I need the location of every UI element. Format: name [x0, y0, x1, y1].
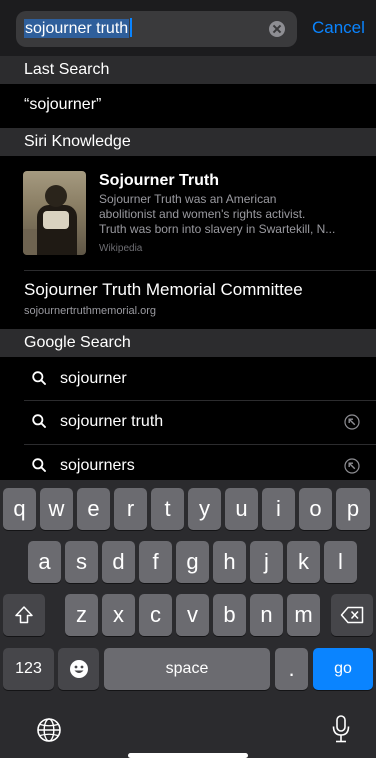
- memorial-url: sojournertruthmemorial.org: [24, 305, 157, 317]
- go-key[interactable]: go: [313, 648, 373, 690]
- key-s[interactable]: s: [65, 541, 98, 583]
- shift-icon: [15, 606, 33, 624]
- key-l[interactable]: l: [324, 541, 357, 583]
- period-key[interactable]: .: [275, 648, 308, 690]
- suggestion-label: sojourner truth: [60, 413, 164, 430]
- key-e[interactable]: e: [77, 488, 110, 530]
- description-line: Sojourner Truth was an American: [99, 192, 277, 206]
- delete-key[interactable]: [331, 594, 373, 636]
- key-o[interactable]: o: [299, 488, 332, 530]
- search-bar: sojourner truth Cancel: [0, 0, 376, 56]
- description-line: Truth was born into slavery in Swartekil…: [99, 222, 336, 236]
- key-m[interactable]: m: [287, 594, 320, 636]
- key-f[interactable]: f: [139, 541, 172, 583]
- suggestion-label: sojourner: [60, 370, 127, 387]
- search-icon: [32, 458, 46, 472]
- search-icon: [32, 371, 46, 385]
- cancel-button[interactable]: Cancel: [312, 18, 365, 38]
- key-g[interactable]: g: [176, 541, 209, 583]
- key-j[interactable]: j: [250, 541, 283, 583]
- key-v[interactable]: v: [176, 594, 209, 636]
- globe-icon[interactable]: [36, 717, 62, 743]
- search-icon: [32, 414, 46, 428]
- numbers-key[interactable]: 123: [3, 648, 54, 690]
- key-y[interactable]: y: [188, 488, 221, 530]
- key-a[interactable]: a: [28, 541, 61, 583]
- key-n[interactable]: n: [250, 594, 283, 636]
- key-r[interactable]: r: [114, 488, 147, 530]
- key-w[interactable]: w: [40, 488, 73, 530]
- section-header-google-search: Google Search: [0, 329, 376, 357]
- suggestion-row[interactable]: sojourner truth: [0, 400, 376, 444]
- keyboard: q w e r t y u i o p a s d f g h j k l z …: [0, 480, 376, 758]
- key-b[interactable]: b: [213, 594, 246, 636]
- search-input[interactable]: sojourner truth: [16, 11, 297, 47]
- key-x[interactable]: x: [102, 594, 135, 636]
- section-header-siri-knowledge: Siri Knowledge: [0, 128, 376, 156]
- knowledge-title: Sojourner Truth: [99, 172, 219, 189]
- last-search-item[interactable]: “sojourner”: [24, 96, 101, 114]
- knowledge-source: Wikipedia: [99, 243, 143, 254]
- portrait-thumbnail: [23, 171, 86, 255]
- text-caret: [130, 17, 133, 37]
- key-z[interactable]: z: [65, 594, 98, 636]
- key-c[interactable]: c: [139, 594, 172, 636]
- search-query[interactable]: sojourner truth: [24, 17, 133, 38]
- emoji-key[interactable]: [58, 648, 99, 690]
- divider: [24, 270, 376, 271]
- search-query-text: sojourner truth: [24, 19, 130, 38]
- key-k[interactable]: k: [287, 541, 320, 583]
- suggestion-label: sojourners: [60, 457, 135, 474]
- fill-search-arrow-icon[interactable]: [344, 458, 360, 474]
- fill-search-arrow-icon[interactable]: [344, 414, 360, 430]
- section-header-last-search: Last Search: [0, 56, 376, 84]
- knowledge-description: Sojourner Truth was an American abolitio…: [99, 192, 367, 237]
- key-t[interactable]: t: [151, 488, 184, 530]
- emoji-icon: [69, 660, 88, 678]
- key-u[interactable]: u: [225, 488, 258, 530]
- memorial-title: Sojourner Truth Memorial Committee: [24, 280, 303, 299]
- backspace-icon: [340, 606, 364, 624]
- key-q[interactable]: q: [3, 488, 36, 530]
- key-d[interactable]: d: [102, 541, 135, 583]
- clear-icon[interactable]: [269, 21, 285, 37]
- key-h[interactable]: h: [213, 541, 246, 583]
- suggestion-row[interactable]: sojourner: [0, 357, 376, 401]
- key-i[interactable]: i: [262, 488, 295, 530]
- home-indicator: [128, 753, 248, 758]
- space-key[interactable]: space: [104, 648, 270, 690]
- description-line: abolitionist and women's rights activist…: [99, 207, 306, 221]
- microphone-icon[interactable]: [331, 714, 351, 744]
- key-p[interactable]: p: [336, 488, 370, 530]
- shift-key[interactable]: [3, 594, 45, 636]
